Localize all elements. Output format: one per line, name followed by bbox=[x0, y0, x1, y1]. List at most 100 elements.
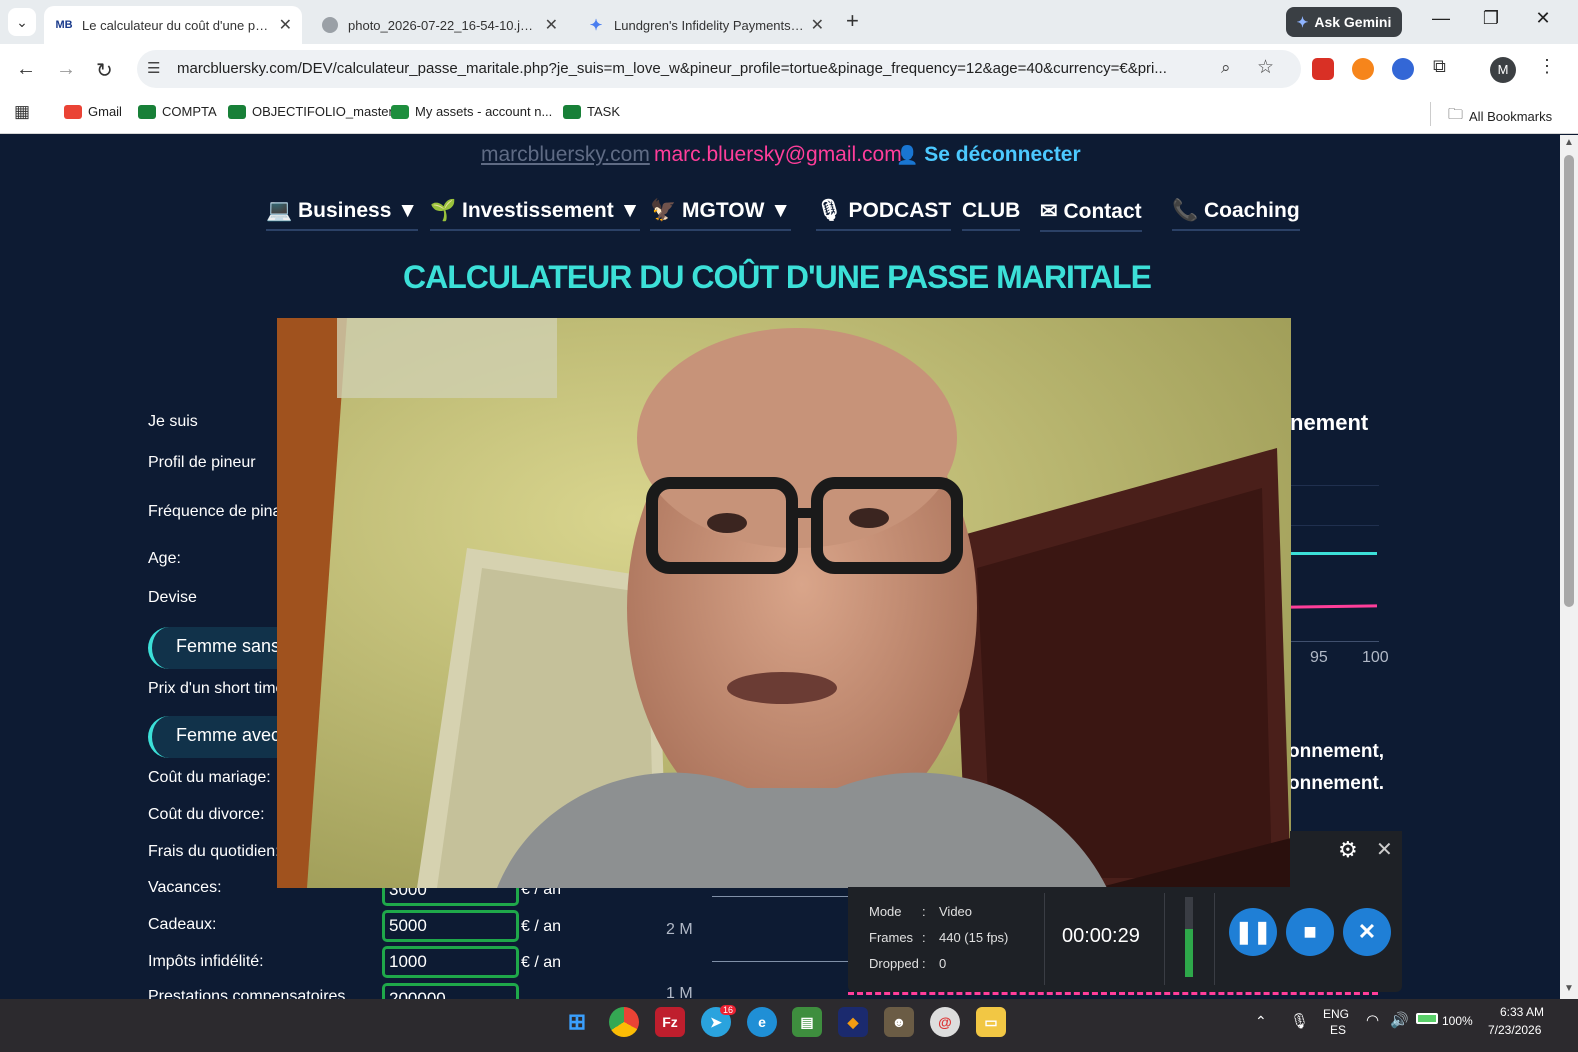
language-bottom[interactable]: ES bbox=[1330, 1023, 1346, 1037]
address-bar[interactable]: ☰ marcbluersky.com/DEV/calculateur_passe… bbox=[137, 50, 1301, 88]
laptop-icon: 💻 bbox=[266, 199, 293, 222]
scrollbar-thumb[interactable] bbox=[1564, 155, 1574, 607]
menu-mgtow[interactable]: 🦅 MGTOW ▼ bbox=[650, 199, 792, 231]
sheet-icon bbox=[563, 104, 581, 119]
close-tab-icon[interactable]: ✕ bbox=[279, 15, 292, 35]
logout-link[interactable]: 👤 Se déconnecter bbox=[896, 143, 1081, 167]
bookmark-my-assets[interactable]: My assets - account n... bbox=[391, 104, 552, 119]
section-femme-sans[interactable]: Femme sans a bbox=[148, 627, 288, 669]
menu-club[interactable]: CLUB bbox=[962, 199, 1021, 231]
metamask-icon[interactable] bbox=[1352, 58, 1374, 80]
app-orange-icon[interactable]: ◆ bbox=[838, 1007, 868, 1037]
menu-podcast[interactable]: 🎙 PODCAST bbox=[816, 199, 952, 231]
menu-contact[interactable]: ✉ Contact bbox=[1040, 199, 1142, 232]
wifi-icon[interactable]: ◠ bbox=[1366, 1011, 1379, 1029]
profile-avatar[interactable]: M bbox=[1490, 57, 1516, 83]
chart-series-dashed bbox=[848, 992, 1378, 995]
site-info-icon[interactable]: ☰ bbox=[147, 59, 160, 77]
pause-button[interactable]: ❚❚ bbox=[1229, 908, 1277, 956]
telegram-badge: 16 bbox=[720, 1005, 737, 1015]
file-explorer-icon[interactable]: ▭ bbox=[976, 1007, 1006, 1037]
edge-icon[interactable]: e bbox=[747, 1007, 777, 1037]
new-tab-button[interactable]: + bbox=[846, 8, 859, 34]
chart-line-pink bbox=[1290, 604, 1378, 609]
chrome-icon[interactable] bbox=[609, 1007, 639, 1037]
webcam-frame-image bbox=[277, 318, 1291, 888]
extension-blue-icon[interactable] bbox=[1392, 58, 1414, 80]
prestations-input[interactable]: 200000 bbox=[382, 983, 519, 999]
scroll-down-arrow[interactable]: ▼ bbox=[1564, 983, 1574, 994]
chart-gridline bbox=[1291, 485, 1379, 486]
y-tick-label: 2 M bbox=[666, 921, 693, 938]
y-tick-label: 1 M bbox=[666, 985, 693, 999]
ask-gemini-button[interactable]: ✦ Ask Gemini bbox=[1286, 7, 1402, 37]
close-window-button[interactable]: ✕ bbox=[1528, 8, 1558, 29]
label-impots: Impôts infidélité: bbox=[148, 953, 264, 970]
gimp-icon[interactable]: ☻ bbox=[884, 1007, 914, 1037]
tray-chevron-icon[interactable]: ⌃ bbox=[1255, 1013, 1267, 1030]
label-cout-mariage: Coût du mariage: bbox=[148, 769, 271, 786]
tab-lundgren[interactable]: ✦ Lundgren's Infidelity Payments Ex ✕ bbox=[576, 6, 834, 44]
tab-photo[interactable]: photo_2026-07-22_16-54-10.jpg ( ✕ bbox=[310, 6, 568, 44]
bookmark-star-icon[interactable]: ☆ bbox=[1257, 56, 1274, 79]
battery-icon[interactable] bbox=[1416, 1013, 1438, 1024]
tab-search-button[interactable]: ⌄ bbox=[8, 8, 36, 36]
chart-text-2: onnement. bbox=[1288, 773, 1385, 794]
scroll-up-arrow[interactable]: ▲ bbox=[1564, 137, 1574, 148]
menu-coaching[interactable]: 📞 Coaching bbox=[1172, 199, 1300, 231]
cancel-recording-button[interactable]: ✕ bbox=[1343, 908, 1391, 956]
clock-time[interactable]: 6:33 AM bbox=[1500, 1005, 1544, 1019]
language-top[interactable]: ENG bbox=[1323, 1007, 1349, 1021]
app-red-circle-icon[interactable]: @ bbox=[930, 1007, 960, 1037]
label-vacances: Vacances: bbox=[148, 879, 222, 896]
zoom-icon[interactable]: ⌕ bbox=[1221, 58, 1231, 78]
site-favicon-icon: MB bbox=[55, 19, 73, 31]
stop-button[interactable]: ■ bbox=[1286, 908, 1334, 956]
menu-investissement[interactable]: 🌱 Investissement ▼ bbox=[430, 199, 641, 231]
sheet-icon bbox=[138, 104, 156, 119]
user-gear-icon: 👤 bbox=[896, 145, 919, 165]
bookmark-compta[interactable]: COMPTA bbox=[138, 104, 217, 119]
restore-button[interactable]: ❐ bbox=[1476, 8, 1506, 29]
apps-grid-icon[interactable]: ▦ bbox=[14, 102, 30, 122]
clock-date[interactable]: 7/23/2026 bbox=[1488, 1023, 1541, 1037]
battery-percent: 100% bbox=[1442, 1014, 1473, 1028]
chart-text-1: onnement, bbox=[1288, 741, 1385, 762]
back-button[interactable]: ← bbox=[16, 58, 36, 81]
tab-title: Le calculateur du coût d'une passe bbox=[82, 17, 272, 33]
section-femme-avec[interactable]: Femme avec a bbox=[148, 716, 288, 758]
forward-button[interactable]: → bbox=[56, 58, 76, 81]
settings-gear-icon[interactable]: ⚙ bbox=[1338, 837, 1358, 863]
bookmark-objectifolio[interactable]: OBJECTIFOLIO_master bbox=[228, 104, 393, 119]
page-scrollbar[interactable]: ▲ ▼ bbox=[1560, 135, 1578, 999]
minimize-button[interactable]: — bbox=[1426, 8, 1456, 29]
extension-red-icon[interactable] bbox=[1312, 58, 1334, 80]
menu-business[interactable]: 💻 Business ▼ bbox=[266, 199, 418, 231]
label-cadeaux: Cadeaux: bbox=[148, 916, 217, 933]
bookmark-task[interactable]: TASK bbox=[563, 104, 620, 119]
recorder-header: ⚙ ✕ bbox=[1290, 831, 1402, 887]
recorder-close-icon[interactable]: ✕ bbox=[1376, 837, 1393, 862]
filezilla-icon[interactable]: Fz bbox=[655, 1007, 685, 1037]
gmail-icon bbox=[64, 104, 82, 119]
microphone-tray-icon[interactable]: 🎙 bbox=[1290, 1012, 1309, 1030]
spreadsheet-app-icon[interactable]: ▤ bbox=[792, 1007, 822, 1037]
url-text[interactable]: marcbluersky.com/DEV/calculateur_passe_m… bbox=[177, 60, 1213, 77]
folder-icon: 🗀 bbox=[1448, 106, 1464, 123]
all-bookmarks[interactable]: 🗀 All Bookmarks bbox=[1448, 104, 1552, 129]
tab-calculateur[interactable]: MB Le calculateur du coût d'une passe ✕ bbox=[44, 6, 302, 44]
impots-unit: € / an bbox=[521, 954, 562, 971]
volume-icon[interactable]: 🔊 bbox=[1390, 1011, 1409, 1029]
windows-start-icon[interactable]: ⊞ bbox=[562, 1007, 592, 1037]
extensions-puzzle-icon[interactable]: ⧉ bbox=[1433, 56, 1446, 77]
chrome-menu-icon[interactable]: ⋮ bbox=[1538, 56, 1556, 77]
close-tab-icon[interactable]: ✕ bbox=[811, 15, 824, 35]
chart-heading: nement bbox=[1290, 410, 1369, 435]
site-domain-link[interactable]: marcbluersky.com bbox=[481, 143, 650, 167]
bookmark-gmail[interactable]: Gmail bbox=[64, 104, 122, 119]
reload-button[interactable]: ↻ bbox=[96, 58, 113, 83]
close-tab-icon[interactable]: ✕ bbox=[545, 15, 558, 35]
gemini-icon: ✦ bbox=[589, 17, 603, 34]
impots-input[interactable]: 1000 bbox=[382, 946, 519, 978]
cadeaux-input[interactable]: 5000 bbox=[382, 910, 519, 942]
